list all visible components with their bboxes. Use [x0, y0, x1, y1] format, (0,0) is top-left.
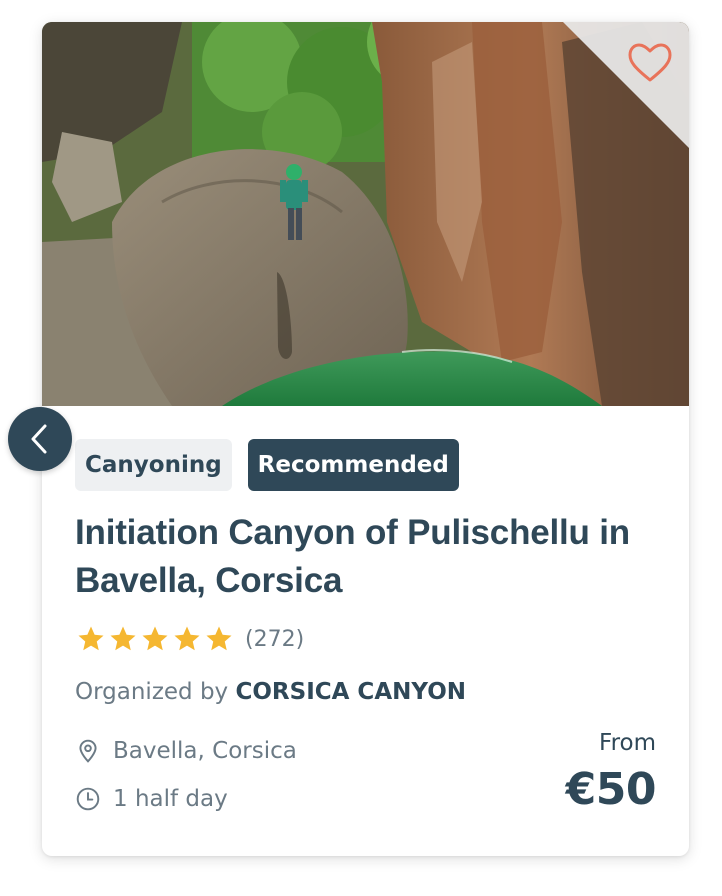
previous-button[interactable] [8, 407, 72, 471]
price-from-label: From [599, 730, 656, 756]
star-icon [110, 626, 136, 651]
star-icon [78, 626, 104, 651]
clock-icon [76, 787, 100, 811]
location-row: Bavella, Corsica [75, 738, 297, 764]
recommended-badge: Recommended [247, 439, 459, 491]
star-icon [142, 626, 168, 651]
duration-row: 1 half day [75, 786, 228, 812]
rating: (272) [75, 624, 304, 654]
organizer-prefix: Organized by [75, 679, 229, 705]
location-text: Bavella, Corsica [113, 738, 297, 764]
activity-card[interactable]: Canyoning Recommended Initiation Canyon … [42, 22, 689, 856]
organizer-line: Organized by CORSICA CANYON [75, 679, 466, 705]
tag-list: Canyoning Recommended [75, 439, 459, 491]
duration-text: 1 half day [113, 786, 228, 812]
star-icon [174, 626, 200, 651]
favorite-button[interactable] [563, 22, 689, 148]
review-count[interactable]: (272) [245, 627, 304, 652]
activity-title[interactable]: Initiation Canyon of Pulischellu in Bave… [75, 509, 665, 605]
activity-photo[interactable] [42, 22, 689, 406]
map-pin-icon [79, 739, 97, 763]
chevron-left-icon [31, 424, 47, 454]
category-tag[interactable]: Canyoning [75, 439, 232, 491]
heart-outline-icon [628, 43, 672, 82]
organizer-name[interactable]: CORSICA CANYON [235, 679, 466, 705]
price-value: €50 [565, 764, 657, 815]
star-icon [206, 626, 232, 651]
